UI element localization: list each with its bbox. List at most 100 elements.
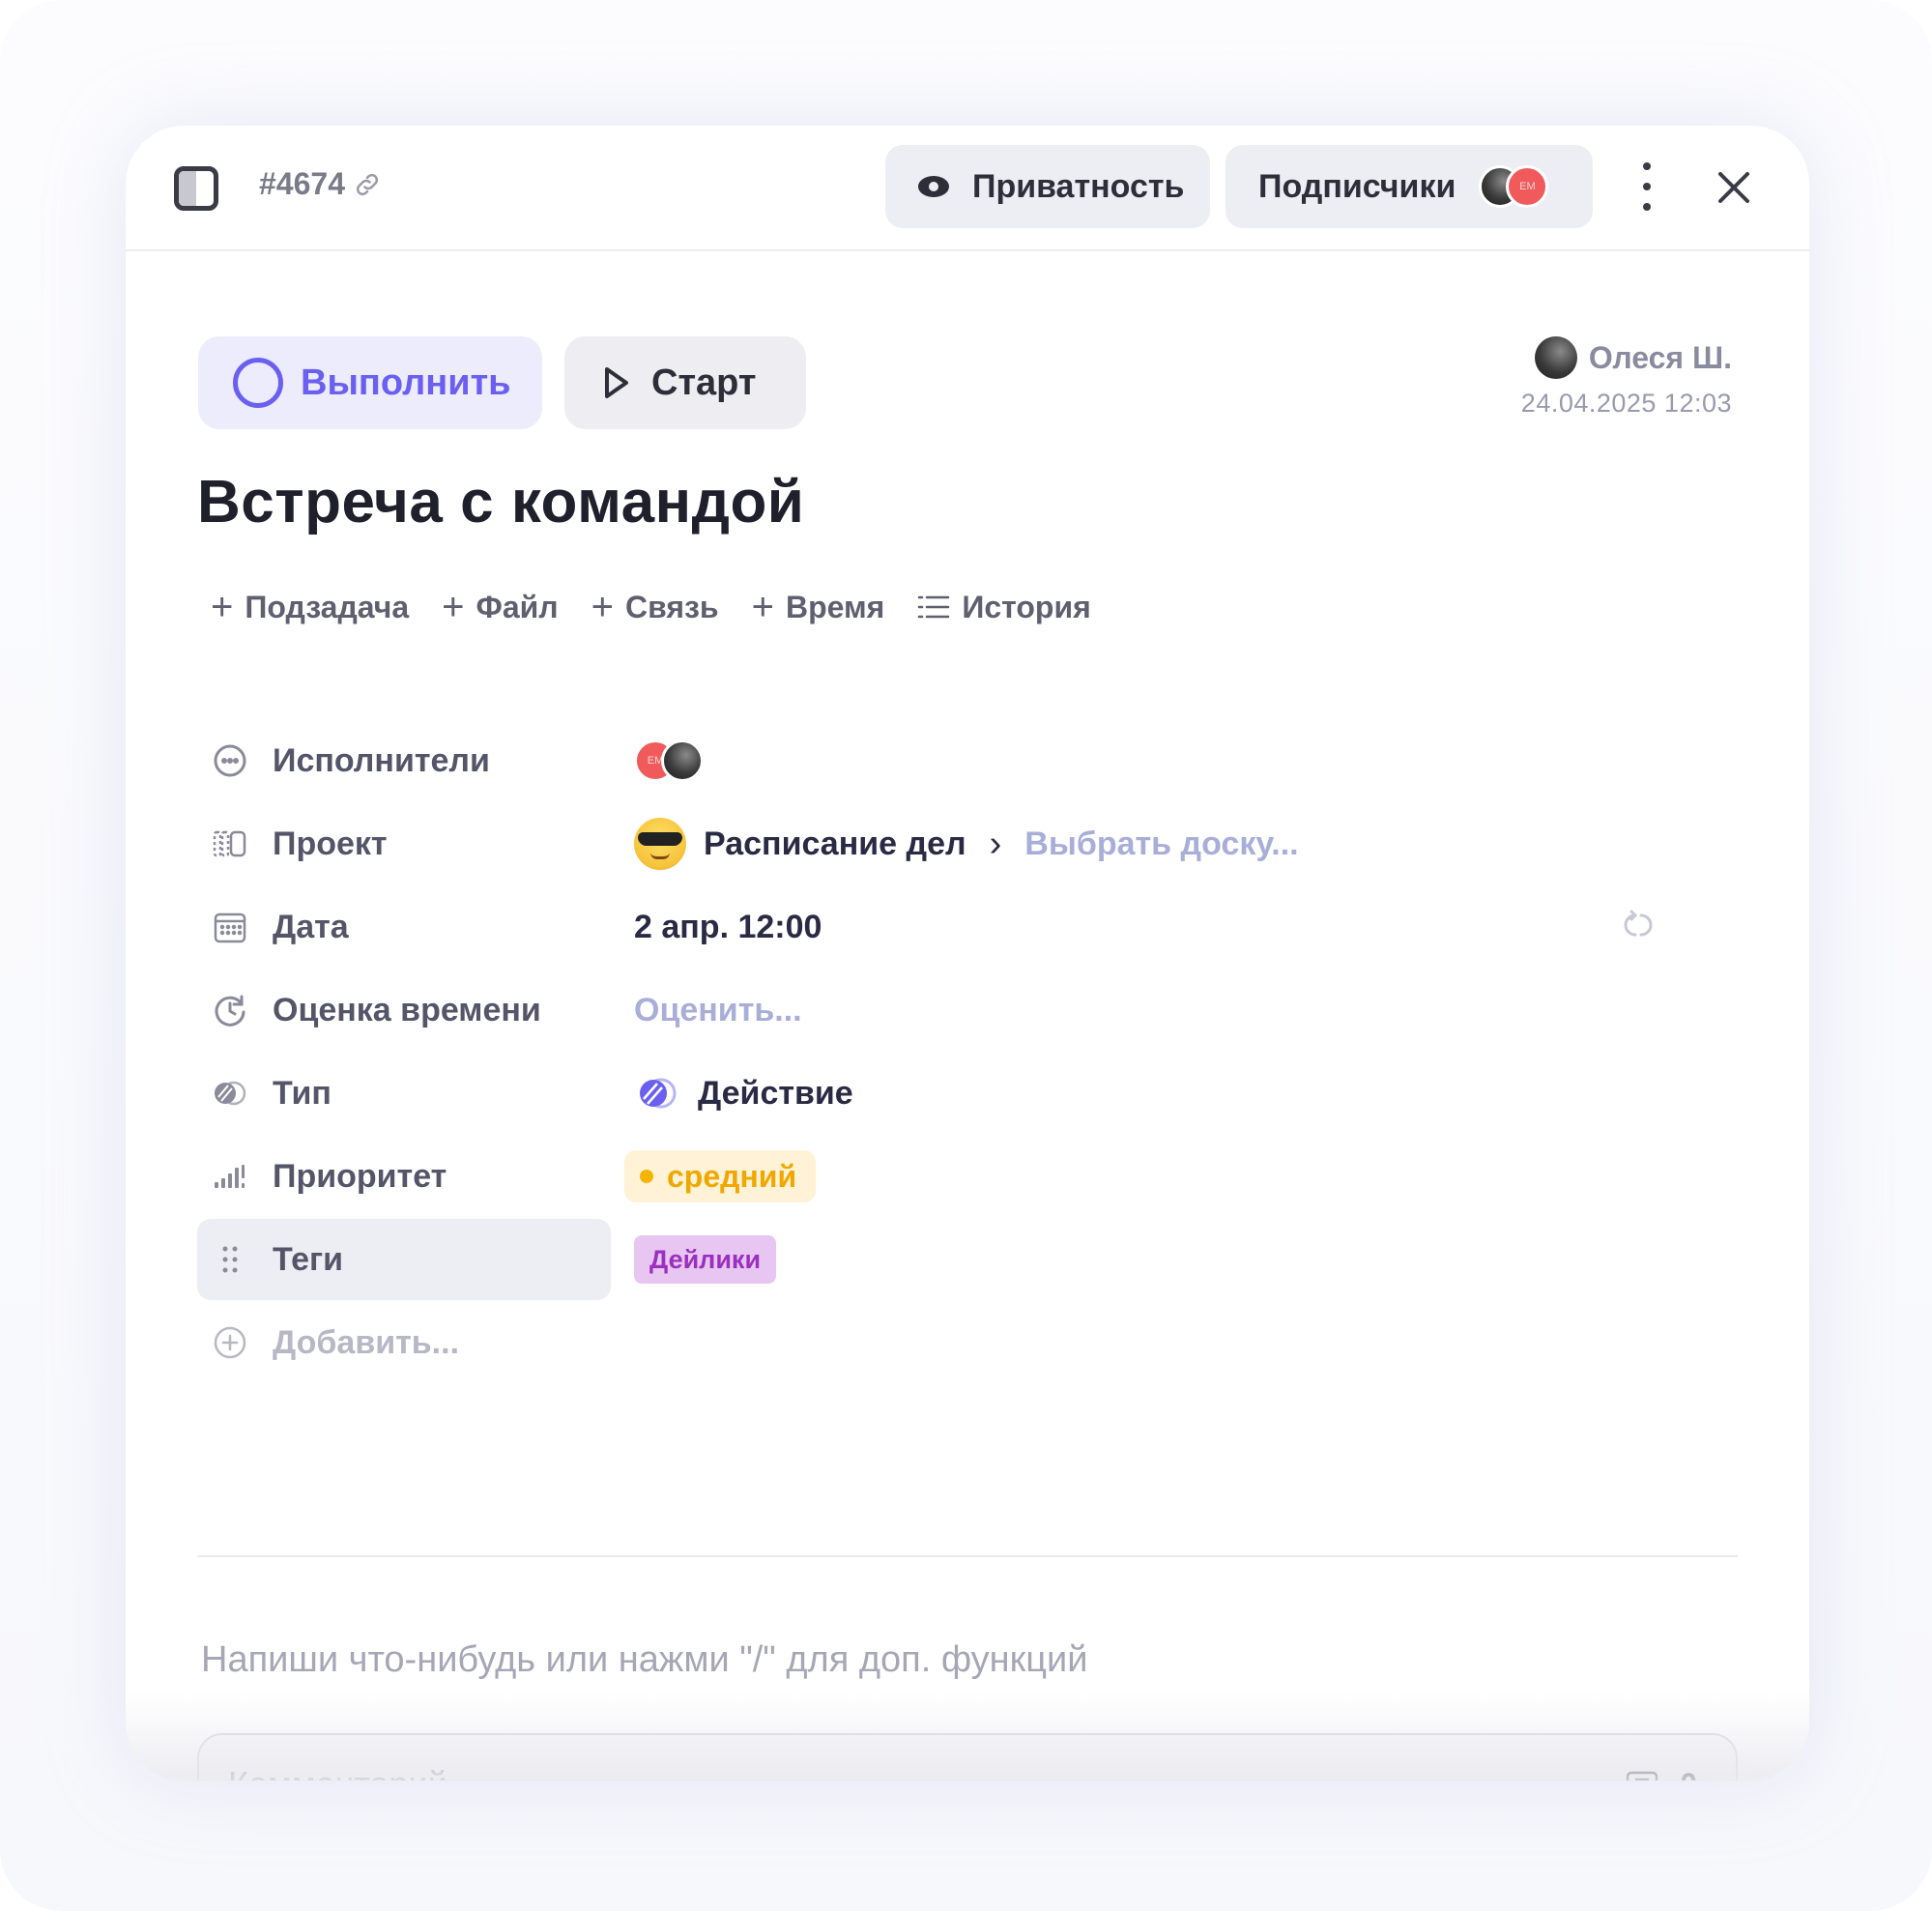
link-icon (356, 173, 379, 195)
assignees-value[interactable]: ЕМ (634, 720, 704, 801)
project-label-cell[interactable]: Проект (197, 803, 611, 884)
sidebar-toggle-icon[interactable] (174, 166, 218, 211)
property-assignees: Исполнители ЕМ (197, 720, 1744, 803)
list-icon (918, 595, 950, 619)
select-board-link[interactable]: Выбрать доску... (1024, 825, 1298, 863)
property-label: Приоритет (273, 1157, 447, 1195)
plus-circle-icon (214, 1326, 246, 1359)
plus-icon: + (442, 586, 465, 628)
subscribers-label: Подписчики (1258, 167, 1456, 205)
signal-bars-icon (215, 1165, 245, 1188)
add-link-button[interactable]: + Связь (591, 588, 719, 626)
creator-info: Олеся Ш. 24.04.2025 12:03 (1521, 336, 1732, 419)
date-value[interactable]: 2 апр. 12:00 (634, 886, 822, 968)
assignee-avatars: ЕМ (634, 739, 704, 782)
properties-list: Исполнители ЕМ Проект Расписание дел › В… (197, 720, 1744, 1385)
plus-icon: + (591, 586, 614, 628)
tag-badge[interactable]: Дейлики (634, 1235, 777, 1284)
add-property-button[interactable]: Добавить... (197, 1302, 611, 1383)
priority-badge[interactable]: средний (624, 1150, 817, 1202)
page-background: #4674 Приватность Подписчики ЕМ Выполнит… (0, 0, 1932, 1911)
calendar-icon (214, 912, 246, 943)
play-icon (605, 367, 628, 398)
project-name[interactable]: Расписание дел (704, 825, 966, 863)
estimate-label-cell[interactable]: Оценка времени (197, 970, 611, 1051)
action-type-icon (640, 1078, 677, 1109)
plus-icon: + (751, 586, 774, 628)
type-value[interactable]: Действие (634, 1053, 853, 1134)
property-estimate: Оценка времени Оценить... (197, 970, 1744, 1053)
subscribers-button[interactable]: Подписчики ЕМ (1226, 145, 1593, 228)
history-button[interactable]: История (917, 589, 1091, 625)
clock-refresh-icon (215, 995, 245, 1027)
estimate-value[interactable]: Оценить... (634, 970, 802, 1051)
priority-name: средний (667, 1158, 797, 1194)
property-label: Оценка времени (273, 991, 541, 1028)
avatar: ЕМ (1506, 165, 1549, 208)
priority-value[interactable]: средний (624, 1136, 825, 1217)
property-priority: Приоритет средний (197, 1136, 1744, 1219)
quick-action-label: Файл (476, 589, 559, 624)
type-name: Действие (698, 1074, 853, 1112)
add-time-button[interactable]: + Время (752, 588, 885, 626)
type-icon (215, 1081, 246, 1106)
privacy-button[interactable]: Приватность (885, 145, 1210, 228)
property-label: Исполнители (273, 741, 490, 779)
property-tags: Теги Дейлики (197, 1219, 1744, 1302)
complete-label: Выполнить (301, 362, 511, 403)
tags-value[interactable]: Дейлики (634, 1219, 777, 1300)
complete-button[interactable]: Выполнить (198, 336, 542, 429)
start-label: Старт (651, 362, 757, 403)
chat-bubbles-icon (1626, 1771, 1658, 1781)
property-project: Проект Расписание дел › Выбрать доску... (197, 803, 1744, 886)
start-button[interactable]: Старт (564, 336, 806, 429)
property-date: Дата 2 апр. 12:00 (197, 886, 1744, 970)
created-date: 24.04.2025 12:03 (1520, 389, 1732, 418)
avatar (661, 739, 704, 782)
property-label: Теги (273, 1240, 344, 1278)
divider (197, 1555, 1738, 1557)
quick-action-label: Время (785, 589, 885, 624)
tags-label-cell[interactable]: Теги (197, 1219, 611, 1300)
project-icon (213, 830, 246, 857)
sunglasses-emoji-icon (634, 818, 686, 870)
quick-actions: + Подзадача + Файл + Связь + Время Истор… (211, 588, 1091, 626)
user-dots-icon (214, 744, 246, 777)
assignees-label-cell[interactable]: Исполнители (197, 720, 611, 801)
task-title[interactable]: Встреча с командой (197, 468, 804, 536)
avatar (1534, 336, 1577, 379)
comment-box: 0 (197, 1733, 1738, 1781)
more-menu-icon[interactable] (1637, 162, 1657, 211)
date-label-cell[interactable]: Дата (197, 886, 611, 968)
comment-count: 0 (1680, 1767, 1697, 1781)
chevron-right-icon: › (989, 823, 1002, 864)
property-label: Дата (273, 908, 349, 945)
property-type: Тип Действие (197, 1053, 1744, 1136)
property-label: Добавить... (273, 1323, 460, 1361)
comments-counter[interactable]: 0 (1626, 1767, 1736, 1781)
add-subtask-button[interactable]: + Подзадача (211, 588, 409, 626)
property-label: Тип (273, 1074, 332, 1112)
repeat-icon[interactable] (1616, 906, 1660, 944)
type-label-cell[interactable]: Тип (197, 1053, 611, 1134)
quick-action-label: Подзадача (245, 589, 410, 624)
close-icon[interactable] (1711, 164, 1757, 211)
task-header: #4674 Приватность Подписчики ЕМ (126, 126, 1809, 251)
priority-label-cell[interactable]: Приоритет (197, 1136, 611, 1217)
comment-input[interactable] (228, 1764, 1627, 1781)
quick-action-label: История (962, 589, 1091, 624)
add-file-button[interactable]: + Файл (442, 588, 558, 626)
eye-icon (918, 176, 949, 197)
plus-icon: + (211, 586, 234, 628)
task-id-link[interactable]: #4674 (259, 166, 382, 202)
subscriber-avatars: ЕМ (1479, 165, 1549, 208)
description-editor[interactable]: Напиши что-нибудь или нажми "/" для доп.… (201, 1639, 1088, 1681)
quick-action-label: Связь (624, 589, 719, 624)
task-card: #4674 Приватность Подписчики ЕМ Выполнит… (126, 126, 1809, 1781)
drag-handle-icon[interactable] (211, 1240, 249, 1279)
property-add: Добавить... (197, 1302, 1744, 1385)
project-value[interactable]: Расписание дел › Выбрать доску... (634, 803, 1299, 884)
priority-dot-icon (640, 1170, 653, 1183)
task-id: #4674 (259, 166, 345, 201)
property-label: Проект (273, 825, 388, 862)
